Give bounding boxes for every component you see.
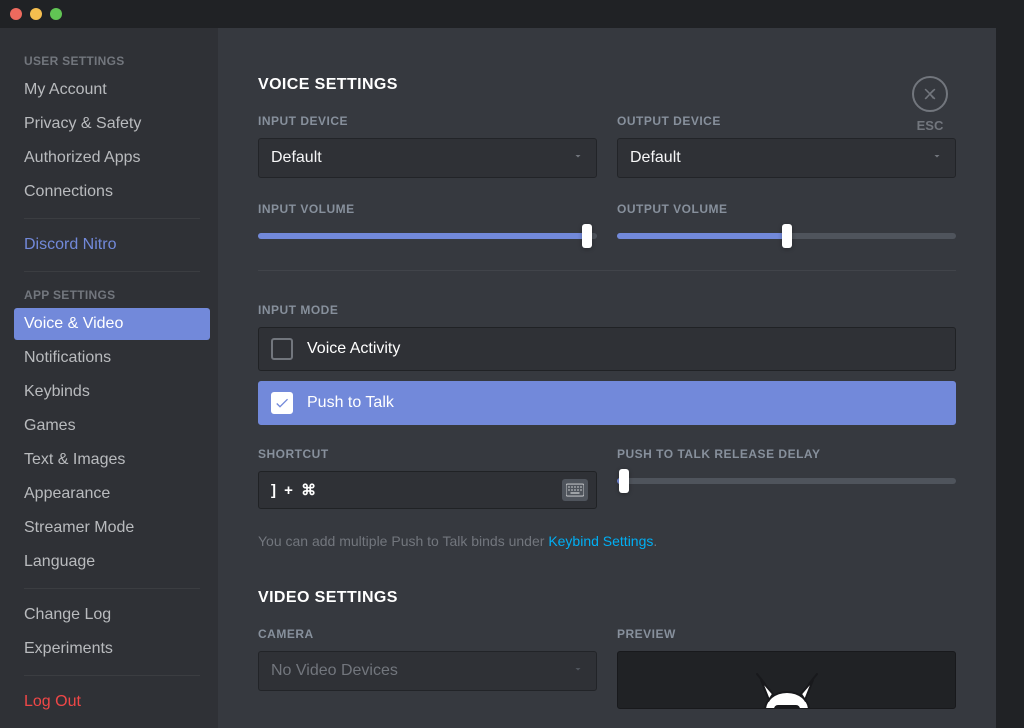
sidebar-item-log-out[interactable]: Log Out: [14, 686, 210, 718]
output-device-select[interactable]: Default: [617, 138, 956, 178]
slider-thumb[interactable]: [782, 224, 792, 248]
sidebar-item-connections[interactable]: Connections: [14, 176, 210, 208]
push-to-talk-label: Push to Talk: [307, 394, 394, 412]
settings-sidebar: User Settings My Account Privacy & Safet…: [0, 28, 218, 728]
camera-label: Camera: [258, 627, 597, 641]
sidebar-item-privacy-safety[interactable]: Privacy & Safety: [14, 108, 210, 140]
input-mode-label: Input Mode: [258, 303, 956, 317]
output-volume-label: Output Volume: [617, 202, 956, 216]
sidebar-item-streamer-mode[interactable]: Streamer Mode: [14, 512, 210, 544]
esc-label: ESC: [912, 118, 948, 133]
separator: [24, 271, 200, 272]
input-volume-slider[interactable]: [258, 226, 597, 246]
window-maximize-button[interactable]: [50, 8, 62, 20]
sidebar-item-keybinds[interactable]: Keybinds: [14, 376, 210, 408]
sidebar-item-language[interactable]: Language: [14, 546, 210, 578]
video-preview: [617, 651, 956, 709]
keybind-settings-link[interactable]: Keybind Settings: [548, 533, 653, 549]
separator: [24, 588, 200, 589]
close-button[interactable]: [912, 76, 948, 112]
sidebar-item-authorized-apps[interactable]: Authorized Apps: [14, 142, 210, 174]
separator: [24, 675, 200, 676]
checkbox-checked-icon: [271, 392, 293, 414]
shortcut-input[interactable]: ] + ⌘: [258, 471, 597, 509]
voice-settings-title: Voice Settings: [258, 76, 956, 94]
window-titlebar: [0, 0, 1024, 28]
sidebar-item-notifications[interactable]: Notifications: [14, 342, 210, 374]
sidebar-item-discord-nitro[interactable]: Discord Nitro: [14, 229, 210, 261]
window-close-button[interactable]: [10, 8, 22, 20]
close-icon: [921, 85, 939, 103]
camera-select[interactable]: No Video Devices: [258, 651, 597, 691]
voice-activity-label: Voice Activity: [307, 340, 400, 358]
input-mode-push-to-talk[interactable]: Push to Talk: [258, 381, 956, 425]
sidebar-item-change-log[interactable]: Change Log: [14, 599, 210, 631]
sidebar-item-voice-video[interactable]: Voice & Video: [14, 308, 210, 340]
sidebar-item-experiments[interactable]: Experiments: [14, 633, 210, 665]
sidebar-item-my-account[interactable]: My Account: [14, 74, 210, 106]
separator: [24, 218, 200, 219]
settings-content: ESC Voice Settings Input Device Default …: [218, 28, 996, 728]
close-settings: ESC: [912, 76, 948, 133]
release-delay-slider[interactable]: [617, 471, 956, 491]
output-device-label: Output Device: [617, 114, 956, 128]
shortcut-value: ] + ⌘: [271, 481, 318, 499]
camera-value: No Video Devices: [271, 662, 398, 680]
input-mode-voice-activity[interactable]: Voice Activity: [258, 327, 956, 371]
chevron-down-icon: [572, 662, 584, 680]
chevron-down-icon: [572, 149, 584, 167]
slider-thumb[interactable]: [619, 469, 629, 493]
window-minimize-button[interactable]: [30, 8, 42, 20]
keybind-note: You can add multiple Push to Talk binds …: [258, 533, 956, 549]
separator: [258, 270, 956, 271]
input-device-value: Default: [271, 149, 322, 167]
right-gutter: [996, 28, 1024, 728]
slider-thumb[interactable]: [582, 224, 592, 248]
input-device-label: Input Device: [258, 114, 597, 128]
wumpus-icon: [747, 670, 827, 709]
shortcut-label: Shortcut: [258, 447, 597, 461]
output-device-value: Default: [630, 149, 681, 167]
preview-label: Preview: [617, 627, 956, 641]
input-volume-label: Input Volume: [258, 202, 597, 216]
video-settings-title: Video Settings: [258, 589, 956, 607]
sidebar-item-text-images[interactable]: Text & Images: [14, 444, 210, 476]
input-device-select[interactable]: Default: [258, 138, 597, 178]
user-settings-header: User Settings: [14, 48, 210, 74]
sidebar-item-games[interactable]: Games: [14, 410, 210, 442]
keyboard-icon: [562, 479, 588, 501]
chevron-down-icon: [931, 149, 943, 167]
app-settings-header: App Settings: [14, 282, 210, 308]
checkbox-icon: [271, 338, 293, 360]
release-delay-label: Push To Talk Release Delay: [617, 447, 956, 461]
sidebar-item-appearance[interactable]: Appearance: [14, 478, 210, 510]
output-volume-slider[interactable]: [617, 226, 956, 246]
